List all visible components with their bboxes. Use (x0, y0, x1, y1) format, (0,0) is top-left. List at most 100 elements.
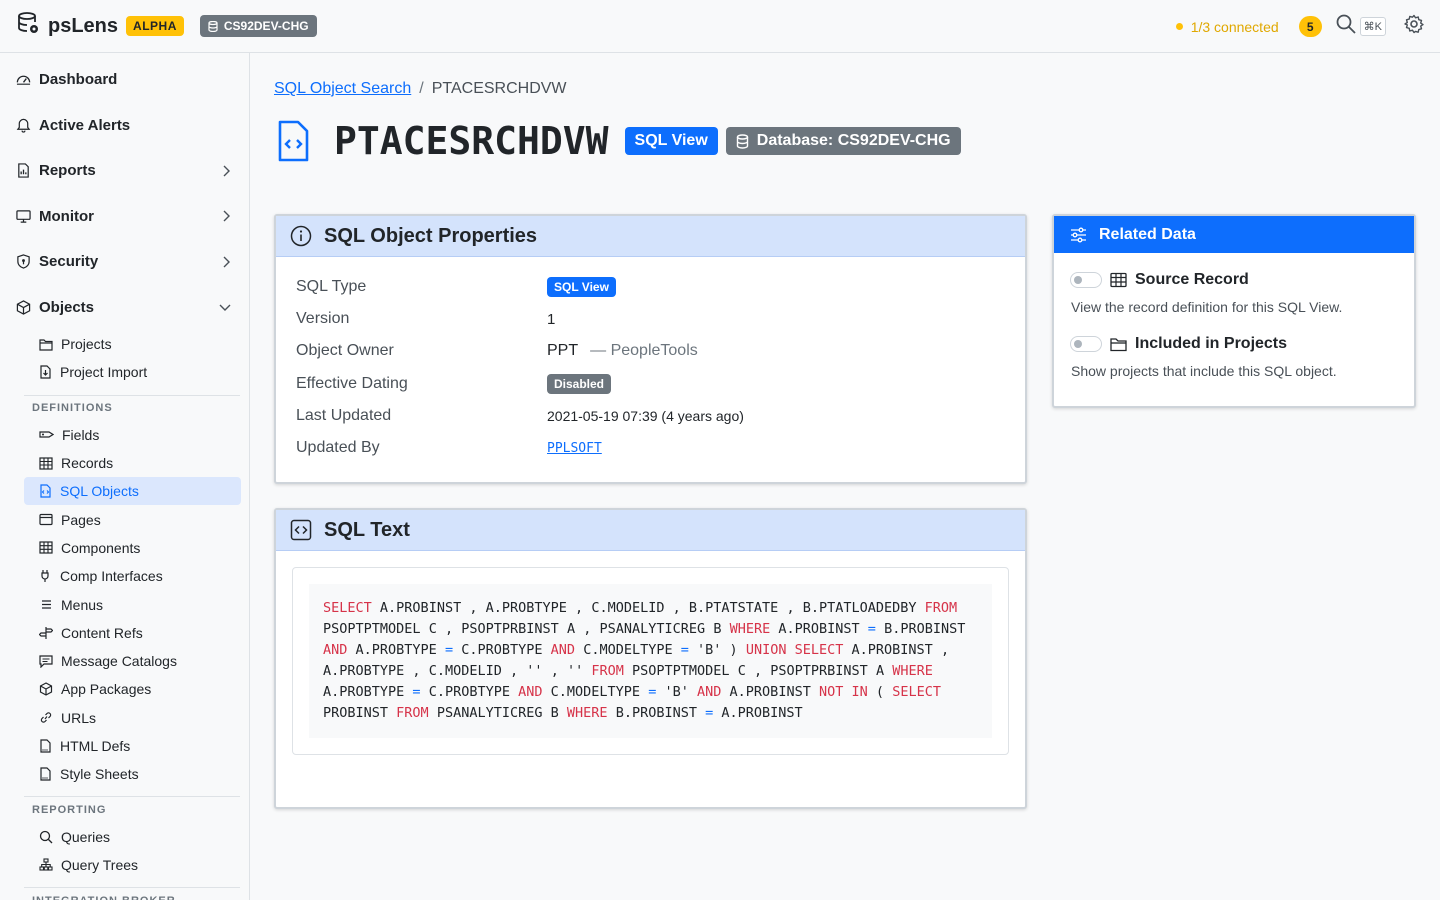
sidebar-item-label: Message Catalogs (61, 653, 177, 670)
sql-code-block[interactable]: SELECT A.PROBINST , A.PROBTYPE , C.MODEL… (309, 584, 992, 738)
database-selector[interactable]: CS92DEV-CHG (199, 15, 317, 37)
sql-keyword: AND (550, 642, 576, 658)
sidebar-item-label: Query Trees (61, 856, 139, 873)
sidebar-item-project-import[interactable]: Project Import (0, 358, 241, 386)
sql-keyword: WHERE (566, 705, 608, 721)
type-badge: SQL View (624, 127, 718, 155)
brand[interactable]: psLens ALPHA (18, 11, 184, 41)
app-name: psLens (48, 14, 119, 37)
nav-dashboard[interactable]: Dashboard (0, 57, 249, 103)
updated-by-link[interactable]: PPLSOFT (547, 441, 602, 456)
sql-keyword: FROM (591, 663, 624, 679)
included-in-projects-toggle[interactable] (1070, 336, 1102, 352)
sidebar-item-label: Style Sheets (60, 766, 139, 783)
sidebar-item-content-refs[interactable]: Content Refs (0, 619, 241, 647)
report-icon (18, 163, 29, 178)
sql-keyword: AND (323, 642, 348, 658)
sidebar-item-menus[interactable]: Menus (0, 590, 241, 618)
related-item-included-in-projects: Included in Projects Show projects that … (1054, 329, 1414, 379)
breadcrumb-current: PTACESRCHDVW (431, 80, 567, 97)
database-badge: Database: CS92DEV-CHG (725, 127, 961, 155)
breadcrumb-link-sql-object-search[interactable]: SQL Object Search (274, 80, 411, 98)
connection-status[interactable]: 1/3 connected (1175, 19, 1279, 35)
nav-objects[interactable]: Objects (0, 285, 249, 331)
sidebar-item-label: App Packages (61, 681, 152, 698)
section-definitions: DEFINITIONS (24, 394, 240, 421)
chat-icon (39, 655, 53, 668)
signpost-icon (39, 626, 53, 639)
source-record-toggle[interactable] (1070, 272, 1102, 288)
file-html-icon (40, 739, 51, 753)
sidebar-item-fields[interactable]: Fields (0, 421, 241, 449)
sidebar-item-app-packages[interactable]: App Packages (0, 675, 241, 703)
sidebar-item-label: Pages (61, 511, 101, 528)
owner-value: PPT (547, 342, 579, 360)
related-data-header: Related Data (1054, 216, 1414, 253)
sidebar-item-pages[interactable]: Pages (0, 505, 241, 533)
file-code-icon (278, 120, 309, 162)
notification-badge[interactable]: 5 (1298, 16, 1322, 37)
related-item-source-record: Source Record View the record definition… (1054, 265, 1414, 315)
sidebar-item-message-catalogs[interactable]: Message Catalogs (0, 647, 241, 675)
sidebar-item-urls[interactable]: URLs (0, 704, 241, 732)
sidebar-item-style-sheets[interactable]: Style Sheets (0, 760, 241, 788)
sql-keyword: FROM (396, 705, 429, 721)
page-header: PTACESRCHDVW SQL View Database: CS92DEV-… (274, 119, 961, 163)
nav-label: Reports (39, 162, 96, 180)
sidebar-item-label: Fields (62, 426, 100, 443)
code-square-icon (290, 519, 312, 541)
gear-icon[interactable] (1404, 14, 1424, 39)
nav-monitor[interactable]: Monitor (0, 194, 249, 240)
sql-keyword: FROM (924, 600, 958, 616)
file-import-icon (40, 365, 51, 380)
sidebar-item-records[interactable]: Records (0, 449, 241, 477)
dashboard-icon (16, 75, 31, 85)
related-item-description: View the record definition for this SQL … (1071, 299, 1343, 315)
shield-icon (17, 254, 30, 269)
owner-description: — PeopleTools (590, 342, 698, 360)
sidebar-item-html-defs[interactable]: HTML Defs (0, 732, 241, 760)
sidebar-item-label: URLs (61, 709, 97, 726)
sql-keyword: SELECT (794, 642, 844, 658)
sliders-icon (1071, 227, 1086, 242)
chevron-right-icon (223, 165, 230, 177)
prop-label: Object Owner (296, 342, 394, 360)
link-icon (40, 712, 52, 723)
search-icon (39, 830, 53, 844)
related-item-description: Show projects that include this SQL obje… (1071, 363, 1337, 379)
prop-label: Updated By (296, 439, 380, 457)
prop-row-owner: Object Owner PPT — PeopleTools (296, 335, 1005, 367)
search-icon[interactable] (1336, 14, 1356, 39)
sql-text-title: SQL Text (324, 518, 410, 541)
sql-operator: = (680, 642, 689, 658)
chevron-down-icon (219, 304, 231, 312)
sql-operator: = (648, 684, 657, 700)
prop-label: SQL Type (296, 278, 367, 296)
sql-operator: = (705, 705, 714, 721)
sidebar: Dashboard Active Alerts Reports Monitor … (0, 53, 250, 900)
sidebar-item-components[interactable]: Components (0, 534, 241, 562)
sql-keyword: SELECT (323, 600, 372, 616)
nav-label: Dashboard (39, 71, 118, 89)
database-icon (208, 20, 218, 32)
sidebar-item-projects[interactable]: Projects (0, 330, 241, 358)
properties-card-header: SQL Object Properties (276, 216, 1025, 257)
nav-active-alerts[interactable]: Active Alerts (0, 103, 249, 149)
sidebar-item-comp-interfaces[interactable]: Comp Interfaces (0, 562, 241, 590)
sidebar-item-label: SQL Objects (60, 483, 139, 500)
prop-row-sql-type: SQL Type SQL View (296, 271, 1005, 303)
prop-row-version: Version 1 (296, 303, 1005, 335)
folder-icon (1110, 337, 1127, 351)
nav-reports[interactable]: Reports (0, 148, 249, 194)
prop-row-effective-dating: Effective Dating Disabled (296, 368, 1005, 400)
nav-security[interactable]: Security (0, 239, 249, 285)
breadcrumb-separator: / (419, 80, 424, 97)
sidebar-item-query-trees[interactable]: Query Trees (0, 851, 241, 879)
plug-icon (41, 570, 49, 583)
sql-keyword: WHERE (892, 663, 933, 679)
nav-label: Objects (39, 298, 95, 316)
related-data-title: Related Data (1099, 225, 1196, 243)
prop-label: Effective Dating (296, 374, 408, 392)
sidebar-item-sql-objects[interactable]: SQL Objects (24, 477, 241, 506)
sidebar-item-queries[interactable]: Queries (0, 822, 241, 850)
